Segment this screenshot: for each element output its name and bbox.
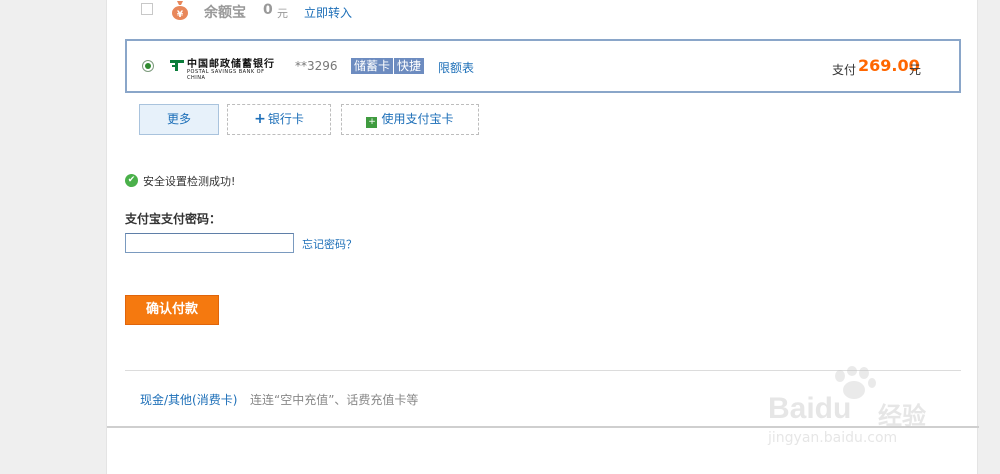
password-input[interactable]	[125, 233, 294, 253]
use-alipay-card-button[interactable]: + 使用支付宝卡	[341, 104, 479, 135]
svg-text:¥: ¥	[177, 10, 184, 20]
bank-logo: 中国邮政储蓄银行 POSTAL SAVINGS BANK OF CHINA	[169, 55, 279, 81]
pay-label: 支付	[832, 63, 857, 77]
forgot-password-link[interactable]: 忘记密码？	[302, 236, 357, 252]
password-label: 支付宝支付密码：	[125, 212, 222, 226]
watermark-brand-cn: 经验	[878, 402, 926, 430]
security-check-text: 安全设置检测成功!	[143, 175, 236, 188]
use-alipay-card-label: 使用支付宝卡	[381, 112, 454, 126]
bank-card-radio[interactable]	[142, 60, 154, 72]
bank-card-option[interactable]: 中国邮政储蓄银行 POSTAL SAVINGS BANK OF CHINA **…	[125, 39, 961, 93]
bank-name-en: POSTAL SAVINGS BANK OF CHINA	[187, 69, 265, 81]
card-type-badge: 储蓄卡	[351, 58, 394, 74]
card-number: **3296	[295, 59, 338, 73]
add-bank-card-button[interactable]: + 银行卡	[227, 104, 331, 135]
bank-name-cn: 中国邮政储蓄银行	[187, 59, 275, 70]
watermark-brand: Baidu	[768, 392, 852, 425]
yuebao-name: 余额宝	[204, 5, 246, 21]
yuebao-unit: 元	[277, 7, 288, 20]
limit-table-link[interactable]: 限额表	[438, 59, 474, 76]
more-options-button[interactable]: 更多	[139, 104, 219, 135]
yuebao-amount: 0	[263, 2, 273, 18]
baidu-jingyan-watermark: Baidu 经验 jingyan.baidu.com	[768, 366, 968, 456]
check-success-icon: ✔	[125, 174, 138, 187]
psbc-logo-icon	[170, 60, 184, 71]
cash-other-description: 连连“空中充值”、话费充值卡等	[250, 393, 419, 407]
pay-unit: 元	[909, 63, 922, 77]
money-bag-icon: ¥	[171, 0, 189, 20]
cash-other-link[interactable]: 现金/其他(消费卡)	[140, 391, 237, 408]
watermark-url: jingyan.baidu.com	[768, 430, 898, 446]
plus-icon: +	[254, 111, 266, 127]
add-bank-card-label: 银行卡	[267, 112, 304, 126]
yuebao-checkbox[interactable]	[141, 3, 153, 15]
quick-pay-badge: 快捷	[394, 58, 425, 74]
gift-card-icon: +	[366, 117, 378, 128]
transfer-in-link[interactable]: 立即转入	[304, 4, 352, 21]
confirm-payment-button[interactable]: 确认付款	[125, 295, 219, 325]
